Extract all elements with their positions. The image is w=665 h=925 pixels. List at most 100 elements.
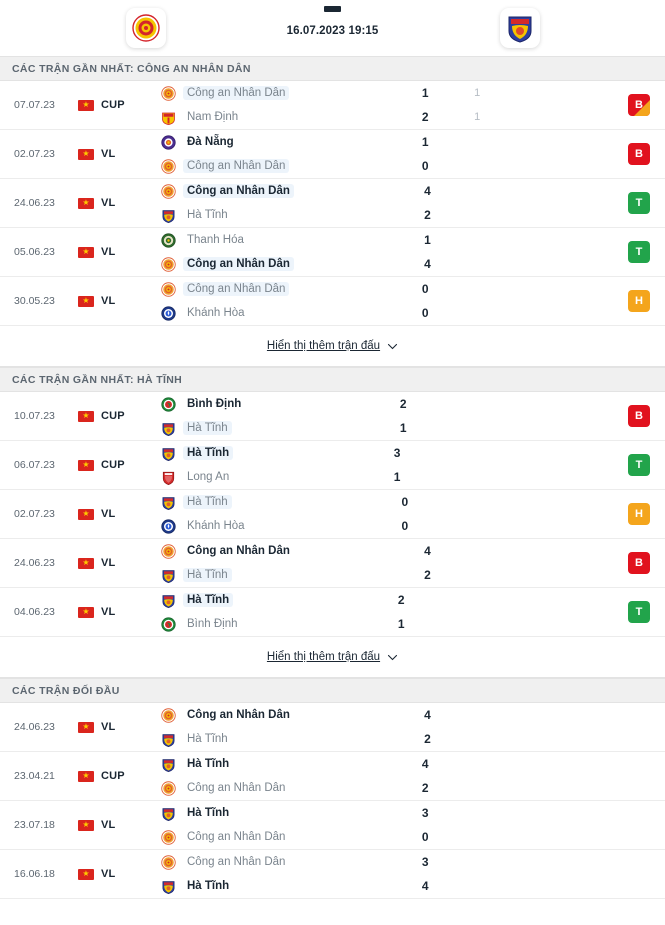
vietnam-flag-icon: ★: [78, 770, 94, 782]
penalty-score-column-empty: [453, 703, 505, 751]
home-team-line[interactable]: Hà Tĩnh: [161, 805, 399, 821]
home-score: 0: [401, 495, 409, 509]
away-score: 1: [397, 617, 405, 631]
score-column: 00: [379, 490, 431, 538]
away-team-name: Nam Định: [187, 111, 239, 123]
away-team-line[interactable]: Hà Tĩnh: [161, 207, 401, 223]
match-datetime: 16.07.2023 19:15: [286, 25, 379, 37]
hatinh-crest-icon: [162, 422, 175, 436]
away-team-line[interactable]: Hà Tĩnh: [161, 567, 401, 583]
home-team-line[interactable]: Công an Nhân Dân: [161, 543, 401, 559]
home-team-line[interactable]: Đà Nẵng: [161, 134, 399, 150]
penalty-score-column-empty: [451, 752, 503, 800]
result-badge[interactable]: H: [628, 290, 650, 312]
match-date: 16.06.18: [14, 868, 55, 880]
match-row[interactable]: 16.06.18 ★ VL Công an Nhân Dân Hà Tĩnh 3 4: [0, 850, 665, 899]
away-team-line[interactable]: Công an Nhân Dân: [161, 158, 399, 174]
score-column: 21: [377, 392, 429, 440]
result-badge[interactable]: H: [628, 503, 651, 525]
result-badge[interactable]: B: [628, 552, 650, 574]
result-badge[interactable]: T: [628, 192, 650, 214]
cand-crest-icon: [161, 256, 176, 272]
match-row[interactable]: 24.06.23 ★ VL Công an Nhân Dân Hà Tĩnh 4 2 B: [0, 539, 665, 588]
match-row[interactable]: 23.07.18 ★ VL Hà Tĩnh Công an Nhân Dân 3 0: [0, 801, 665, 850]
home-score: 1: [421, 86, 429, 100]
result-badge[interactable]: T: [628, 601, 651, 623]
result-badge-cell: B: [613, 130, 665, 178]
away-team-crest[interactable]: [500, 8, 540, 48]
match-row[interactable]: 06.07.23 ★ CUP Hà Tĩnh Long An 3 1 T: [0, 441, 665, 490]
row-spacer: [481, 392, 613, 440]
home-team-line[interactable]: Công an Nhân Dân: [161, 281, 399, 297]
vietnam-flag-icon: ★: [78, 410, 94, 422]
score-column: 12: [399, 81, 451, 129]
competition-label: VL: [101, 148, 116, 160]
binhdinh-crest-icon: [161, 616, 176, 632]
away-team-name: Khánh Hòa: [187, 520, 245, 532]
score-column: 42: [401, 179, 453, 227]
competition-cell: ★ VL: [78, 277, 154, 325]
away-team-name: Công an Nhân Dân: [187, 782, 286, 794]
away-team-line[interactable]: Hà Tĩnh: [161, 420, 377, 436]
row-spacer: [505, 228, 613, 276]
away-team-name: Hà Tĩnh: [183, 421, 232, 435]
home-team-name: Công an Nhân Dân: [183, 184, 294, 198]
away-score: 4: [421, 879, 429, 893]
score-column: 42: [401, 703, 453, 751]
home-team-line[interactable]: Công an Nhân Dân: [161, 183, 401, 199]
home-team-line[interactable]: Hà Tĩnh: [161, 592, 375, 608]
away-team-line[interactable]: Long An: [161, 469, 371, 485]
match-row[interactable]: 07.07.23 ★ CUP Công an Nhân Dân Nam Định 1 2 1 1…: [0, 81, 665, 130]
show-more-matches-button[interactable]: Hiển thị thêm trận đấu: [0, 637, 665, 678]
home-team-name: Bình Định: [187, 398, 242, 410]
away-team-line[interactable]: Nam Định: [161, 109, 399, 125]
home-team-line[interactable]: Công an Nhân Dân: [161, 854, 399, 870]
away-team-line[interactable]: Công an Nhân Dân: [161, 780, 399, 796]
teams-cell: Công an Nhân Dân Hà Tĩnh: [154, 850, 399, 898]
match-row[interactable]: 02.07.23 ★ VL Hà Tĩnh Khánh Hòa 0 0 H: [0, 490, 665, 539]
result-badge-cell: B: [613, 81, 665, 129]
match-row[interactable]: 23.04.21 ★ CUP Hà Tĩnh Công an Nhân Dân 4 2: [0, 752, 665, 801]
home-score: 4: [424, 708, 431, 722]
home-team-line[interactable]: Bình Định: [161, 396, 377, 412]
home-team-line[interactable]: Công an Nhân Dân: [161, 707, 401, 723]
competition-label: VL: [101, 721, 116, 733]
match-row[interactable]: 30.05.23 ★ VL Công an Nhân Dân Khánh Hòa 0 0 H: [0, 277, 665, 326]
away-team-line[interactable]: Hà Tĩnh: [161, 878, 399, 894]
home-score: 2: [399, 397, 407, 411]
match-row[interactable]: 24.06.23 ★ VL Công an Nhân Dân Hà Tĩnh 4 2 T: [0, 179, 665, 228]
result-badge[interactable]: B: [628, 143, 650, 165]
penalty-score-column-empty: [453, 228, 505, 276]
home-team-line[interactable]: Hà Tĩnh: [161, 445, 371, 461]
score-column: 30: [399, 801, 451, 849]
match-row[interactable]: 10.07.23 ★ CUP Bình Định Hà Tĩnh 2 1 B: [0, 392, 665, 441]
vietnam-flag-icon: ★: [78, 148, 94, 160]
show-more-matches-button[interactable]: Hiển thị thêm trận đấu: [0, 326, 665, 367]
home-team-line[interactable]: Hà Tĩnh: [161, 756, 399, 772]
home-team-line[interactable]: Thanh Hóa: [161, 232, 401, 248]
away-team-line[interactable]: Khánh Hòa: [161, 305, 399, 321]
home-score: 3: [393, 446, 401, 460]
match-date: 02.07.23: [14, 148, 55, 160]
away-team-line[interactable]: Công an Nhân Dân: [161, 829, 399, 845]
row-spacer: [505, 539, 613, 587]
match-row[interactable]: 05.06.23 ★ VL Thanh Hóa Công an Nhân Dân 1 4 T: [0, 228, 665, 277]
away-team-line[interactable]: Khánh Hòa: [161, 518, 379, 534]
hatinh-crest-icon: [162, 880, 175, 894]
match-row[interactable]: 04.06.23 ★ VL Hà Tĩnh Bình Định 2 1 T: [0, 588, 665, 637]
result-badge[interactable]: B: [628, 405, 651, 427]
result-badge[interactable]: T: [628, 454, 650, 476]
away-team-line[interactable]: Bình Định: [161, 616, 375, 632]
result-badge[interactable]: B: [628, 94, 650, 116]
home-team-line[interactable]: Công an Nhân Dân: [161, 85, 399, 101]
home-team-line[interactable]: Hà Tĩnh: [161, 494, 379, 510]
result-badge[interactable]: T: [628, 241, 650, 263]
match-row[interactable]: 24.06.23 ★ VL Công an Nhân Dân Hà Tĩnh 4 2: [0, 703, 665, 752]
competition-cell: ★ VL: [78, 801, 154, 849]
away-team-line[interactable]: Hà Tĩnh: [161, 731, 401, 747]
result-badge-letter: B: [635, 410, 643, 422]
result-badge-cell: T: [613, 441, 665, 489]
match-row[interactable]: 02.07.23 ★ VL Đà Nẵng Công an Nhân Dân 1 0 B: [0, 130, 665, 179]
away-team-line[interactable]: Công an Nhân Dân: [161, 256, 401, 272]
row-spacer: [475, 441, 613, 489]
